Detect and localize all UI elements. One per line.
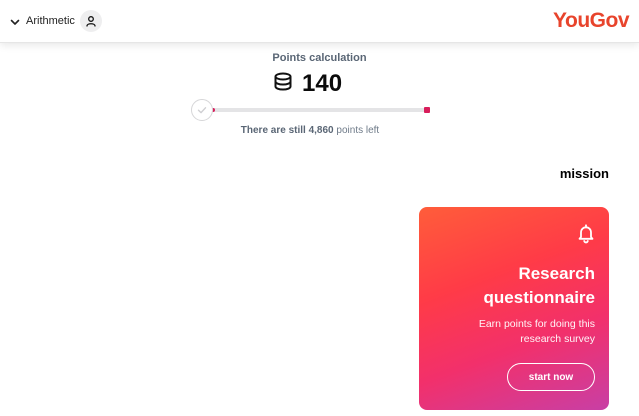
points-left-amount: 4,860 [308,125,334,136]
card-description-line2: research survey [520,333,595,345]
bell-icon [577,224,595,249]
research-questionnaire-card[interactable]: Research questionnaire Earn points for d… [419,207,609,410]
section-menu-label[interactable]: Arithmetic [26,15,75,27]
card-title-line1: Research [518,264,595,283]
user-avatar-button[interactable] [80,10,102,32]
card-title: Research questionnaire [425,262,595,310]
progress-start-check [191,99,213,121]
mission-heading: mission [559,166,609,181]
chevron-down-icon[interactable] [10,15,20,27]
points-left-prefix: There are still [240,125,306,136]
yougov-logo[interactable]: YouGov [553,9,629,33]
points-progress-bar [191,99,431,121]
points-value: 140 [302,70,343,97]
progress-track [209,108,427,112]
top-navigation-bar: Arithmetic YouGov [0,0,639,43]
checkmark-icon [197,107,207,114]
points-balance: 140 [272,70,342,98]
card-description: Earn points for doing this research surv… [445,317,595,347]
points-left-suffix: points left [336,125,380,136]
progress-goal-marker [424,107,430,113]
card-title-line2: questionnaire [483,288,595,307]
card-description-line1: Earn points for doing this [478,318,595,330]
user-icon [86,16,96,27]
points-calculation-title: Points calculation [272,52,367,64]
coins-stack-icon [272,71,294,98]
points-remaining-text: There are still 4,860 points left [0,125,620,136]
start-now-button[interactable]: start now [507,363,595,391]
